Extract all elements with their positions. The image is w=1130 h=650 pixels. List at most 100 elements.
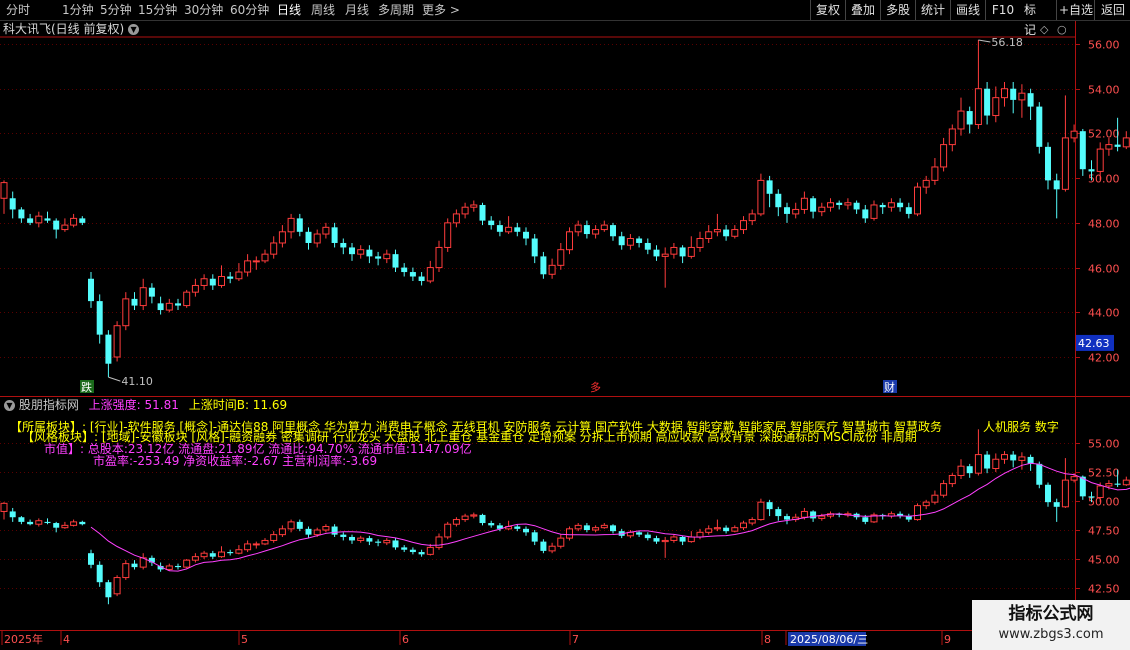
marker-lang: 多 [590, 380, 601, 394]
indicator-candle-body [18, 517, 25, 522]
indicator-candle-body [122, 563, 130, 579]
indicator-candle-body [392, 540, 399, 548]
candle-body [792, 208, 800, 215]
candle-body [488, 220, 495, 226]
indicator-candle-body [105, 582, 112, 598]
candle-body [366, 249, 373, 257]
candle-body [784, 207, 790, 214]
candle-body [53, 220, 60, 230]
candle-body [1001, 88, 1008, 99]
candle-body [897, 202, 904, 208]
candle-body [401, 267, 408, 273]
candle-body [227, 276, 234, 279]
candle-body [1045, 146, 1051, 181]
indicator-candle-body [966, 466, 973, 474]
candle-body [922, 179, 930, 188]
indicator-candle-body [349, 536, 355, 541]
candle-body [757, 179, 765, 215]
indicator-candle-body [566, 528, 573, 539]
date-label: 8 [764, 633, 771, 646]
price-axis-label: 54.00 [1088, 84, 1120, 97]
high-price-label: 56.18 [991, 36, 1023, 49]
indicator-candle-body [984, 454, 991, 469]
indicator-candle-body [740, 522, 747, 529]
candle-body [557, 249, 565, 266]
candle-body [723, 229, 730, 237]
candle-body [18, 209, 25, 219]
candle-body [974, 88, 982, 125]
indicator-candle-body [165, 565, 173, 570]
diamond-icon: ◇ [1040, 23, 1049, 36]
candle-body [966, 111, 973, 125]
kline-chart[interactable]: 56.00 54.00 52.00 50.00 48.00 46.00 44.00 42.00… [0, 0, 1130, 650]
marker-cai: 财 [884, 380, 895, 394]
indicator-candle-body [61, 524, 69, 529]
candle-body [331, 227, 338, 243]
indicator-candle-body [784, 516, 790, 520]
candle-body [679, 247, 686, 257]
candle-body [357, 249, 365, 255]
indicator-candle-body [488, 523, 495, 526]
indicator-candle-body [313, 529, 321, 536]
candle-body [610, 225, 616, 237]
candle-body [810, 198, 817, 212]
indicator-candle-body [418, 552, 425, 555]
price-axis-label: 46.00 [1088, 263, 1120, 276]
indicator-axis-label: 55.00 [1088, 438, 1120, 451]
candle-body [61, 224, 69, 231]
candle-body [1122, 137, 1130, 148]
indicator-candle-body [1036, 463, 1043, 485]
indicator-candle-body [531, 532, 538, 542]
indicator-candle-body [1018, 456, 1026, 461]
high-pointer [978, 39, 991, 43]
chevron-down-icon[interactable]: ▼ [128, 24, 140, 35]
indicator-candle-body [757, 501, 765, 521]
price-axis-label: 42.00 [1088, 352, 1120, 365]
indicator-candle-body [661, 539, 669, 543]
candle-body [600, 224, 608, 231]
indicator-candle-body [523, 528, 529, 533]
indicator-candle-body [287, 521, 295, 530]
candle-body [122, 298, 130, 327]
indicator-candle-body [227, 552, 234, 554]
indicator-candle-body [713, 527, 721, 530]
candle-body [0, 182, 8, 199]
indicator-candle-body [548, 545, 556, 552]
indicator-candle-body [574, 524, 582, 530]
indicator-candle-body [1088, 496, 1095, 498]
candle-body [705, 231, 713, 240]
candle-body [244, 260, 252, 273]
candle-body [1079, 131, 1086, 170]
indicator-candle-body [218, 551, 225, 558]
candle-body [96, 301, 103, 335]
indicator-candle-body [9, 511, 16, 518]
price-axis-label: 44.00 [1088, 307, 1120, 320]
candle-body [957, 110, 965, 130]
price-axis-label: 48.00 [1088, 218, 1120, 231]
candle-body [948, 128, 956, 146]
indicator-value-strength: 上涨强度: 51.81 [88, 398, 179, 412]
candle-body [636, 238, 643, 243]
circle-icon: ○ [1057, 23, 1067, 36]
candle-body [687, 246, 695, 257]
stock-title-row: 科大讯飞(日线 前复权) ▼ [0, 21, 140, 37]
indicator-candle-body [696, 531, 704, 538]
indicator-candle-body [96, 564, 103, 583]
candle-body [626, 238, 634, 246]
candle-body [278, 231, 286, 244]
candle-body [131, 298, 138, 306]
indicator-candle-body [583, 525, 590, 530]
chevron-down-icon[interactable]: ▼ [4, 400, 15, 411]
indicator-candle-body [375, 541, 382, 543]
indicator-candle-body [383, 539, 391, 544]
candle-body [287, 217, 295, 233]
indicator-candle-body [191, 556, 199, 561]
indicator-candle-body [1001, 454, 1008, 460]
info-ratio-line: 市盈率:-253.49 净资收益率:-2.67 主营利润率:-3.69 [93, 454, 378, 468]
indicator-axis-label: 47.50 [1088, 525, 1120, 538]
indicator-candle-body [200, 552, 208, 558]
indicator-candle-body [322, 526, 330, 531]
candle-body [218, 276, 225, 286]
indicator-candle-body [305, 528, 312, 535]
candle-body [426, 267, 434, 282]
